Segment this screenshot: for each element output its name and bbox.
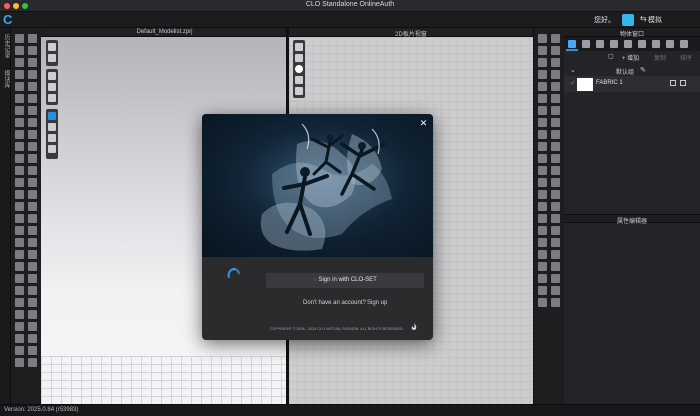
hero-image: ✕ (202, 114, 433, 257)
dancers-illustration (202, 114, 433, 257)
signin-dialog: ✕ ◌ Sign in with CLO-SET Don't have an a… (202, 114, 433, 340)
clo-flame-icon (411, 323, 417, 330)
modal-overlay: ✕ ◌ Sign in with CLO-SET Don't have an a… (0, 0, 700, 416)
loading-spinner-icon (227, 267, 241, 279)
no-account-text: Don't have an account? (303, 300, 366, 306)
clo-set-icon: ◌ (313, 277, 317, 283)
signin-with-clo-set-button[interactable]: ◌ Sign in with CLO-SET (266, 273, 424, 288)
copyright-text: COPYRIGHT © 2006 - 2025 CLO VIRTUAL FASH… (270, 327, 404, 331)
signup-link[interactable]: Sign up (367, 300, 387, 306)
signin-button-label: Sign in with CLO-SET (318, 277, 377, 283)
close-icon[interactable]: ✕ (419, 119, 428, 128)
